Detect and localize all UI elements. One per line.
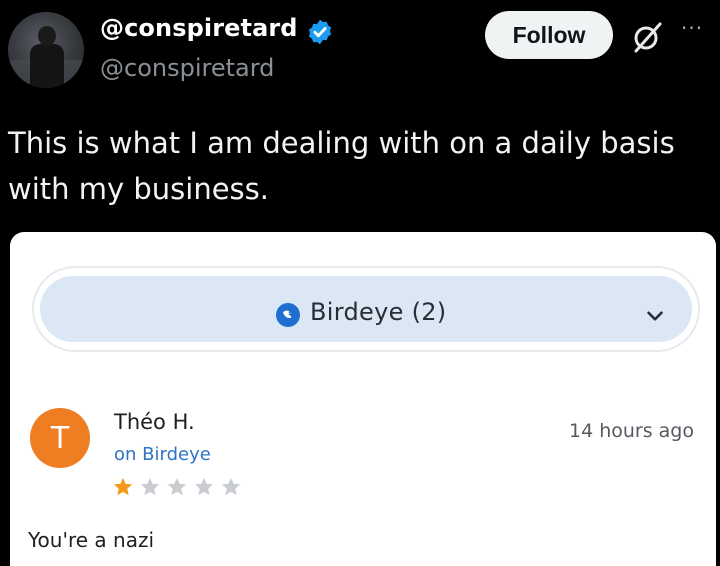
reviewer-avatar: T [30, 408, 90, 468]
birdeye-logo-icon [276, 303, 300, 327]
star-empty-icon [167, 477, 187, 496]
star-filled-icon [113, 477, 133, 496]
review-timestamp: 14 hours ago [568, 420, 694, 442]
review-source-link[interactable]: on Birdeye [114, 444, 211, 465]
star-empty-icon [221, 477, 241, 496]
chevron-down-icon [647, 311, 663, 321]
avatar-photo-head [38, 26, 56, 46]
tweet-text-line: with my business. [8, 172, 269, 206]
more-options-icon[interactable]: ··· [681, 16, 703, 40]
star-empty-icon [194, 477, 214, 496]
display-name[interactable]: @conspiretard [100, 14, 298, 42]
star-rating [112, 476, 242, 498]
user-avatar[interactable] [8, 12, 84, 88]
source-selector-label: Birdeye (2) [310, 298, 447, 326]
review-text: You're a nazi [28, 528, 155, 552]
follow-button[interactable]: Follow [485, 11, 613, 59]
grok-icon[interactable] [630, 20, 664, 54]
attached-image-card[interactable]: Birdeye (2) T Théo H. on Birdeye 14 hour… [10, 232, 716, 566]
source-selector-fill: Birdeye (2) [40, 276, 692, 342]
source-selector[interactable]: Birdeye (2) [32, 266, 700, 352]
tweet-text: This is what I am dealing with on a dail… [8, 120, 708, 212]
user-handle[interactable]: @conspiretard [100, 54, 274, 82]
reviewer-name: Théo H. [114, 410, 195, 434]
star-empty-icon [140, 477, 160, 496]
verified-badge-icon [308, 19, 332, 45]
avatar-photo-figure [30, 44, 64, 88]
tweet-text-line: This is what I am dealing with on a dail… [8, 126, 675, 160]
